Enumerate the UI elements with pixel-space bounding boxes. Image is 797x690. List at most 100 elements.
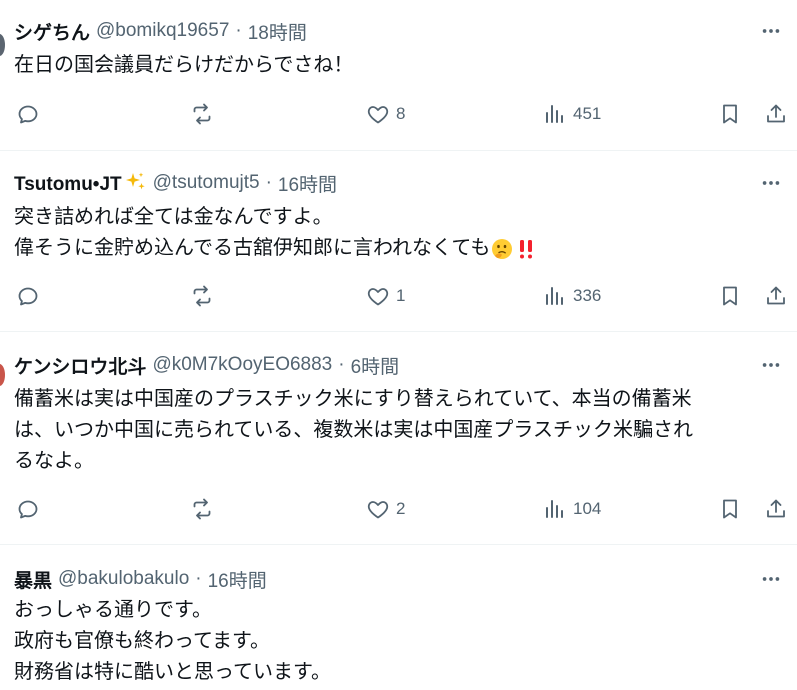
retweet-icon <box>193 285 211 307</box>
timestamp[interactable]: 18時間 <box>248 18 307 45</box>
bookmark-icon <box>723 104 737 124</box>
bookmark-icon <box>723 499 737 519</box>
more-icon <box>762 181 780 185</box>
tweet-text-line: 備蓄米は実は中国産のプラスチック米にすり替えられていて、本当の備蓄米 <box>14 388 692 410</box>
tweet-text: おっしゃる通りです。 政府も官僚も終わってます。 財務省は特に酷いと思っています… <box>14 595 784 688</box>
double-exclamation-icon <box>520 239 533 259</box>
action-bar: 1 336 <box>0 276 797 316</box>
tweet-text-segment: 偉そうに金貯め込んでる古舘伊知郎に言われなくても <box>14 237 491 259</box>
views-icon <box>546 105 563 123</box>
like-button[interactable]: 2 <box>366 489 405 529</box>
sparkles-icon <box>125 172 145 190</box>
more-icon <box>762 577 780 581</box>
display-name[interactable]: Tsutomu•JT <box>14 170 153 196</box>
action-bar: 8 451 <box>0 94 797 134</box>
like-icon <box>367 501 389 519</box>
tweet-text-line: 財務省は特に酷いと思っています。 <box>14 661 331 683</box>
retweet-icon <box>193 498 211 520</box>
timestamp[interactable]: 6時間 <box>351 352 400 379</box>
bookmark-button[interactable] <box>718 276 742 316</box>
tweet-text-line: るなよ。 <box>14 450 94 472</box>
views-icon <box>546 287 563 305</box>
more-button[interactable] <box>753 166 789 200</box>
tweet-header: ケンシロウ北斗 @k0M7kOoyEO6883 · 6時間 <box>14 352 399 378</box>
username[interactable]: @bomikq19657 <box>96 20 229 42</box>
like-button[interactable]: 1 <box>366 276 405 316</box>
tweet-text-line: 偉そうに金貯め込んでる古舘伊知郎に言われなくても <box>14 233 784 264</box>
action-bar: 2 104 <box>0 489 797 529</box>
reply-button[interactable] <box>16 94 40 134</box>
display-name[interactable]: シゲちん <box>14 18 90 45</box>
share-button[interactable] <box>764 489 788 529</box>
share-icon <box>767 104 785 123</box>
divider <box>0 150 797 151</box>
display-name[interactable]: 暴黒 <box>14 566 52 593</box>
views-count: 104 <box>573 499 602 518</box>
views-button[interactable]: 336 <box>543 276 601 316</box>
more-icon <box>762 363 780 367</box>
share-icon <box>767 499 785 518</box>
display-name-text: Tsutomu•JT <box>14 174 122 195</box>
tweet-header: 暴黒 @bakulobakulo · 16時間 <box>14 566 267 592</box>
more-button[interactable] <box>753 348 789 382</box>
retweet-button[interactable] <box>190 94 214 134</box>
tweet[interactable]: ケンシロウ北斗 @k0M7kOoyEO6883 · 6時間 備蓄米は実は中国産の… <box>0 346 797 540</box>
tweet-text-line: おっしゃる通りです。 <box>14 599 212 621</box>
username[interactable]: @k0M7kOoyEO6883 <box>152 354 332 376</box>
timestamp[interactable]: 16時間 <box>278 170 337 197</box>
tweet-text: 在日の国会議員だらけだからでさね！ <box>14 50 784 81</box>
tweet-header: シゲちん @bomikq19657 · 18時間 <box>14 18 307 44</box>
like-count: 2 <box>396 499 406 518</box>
tweet[interactable]: 暴黒 @bakulobakulo · 16時間 おっしゃる通りです。 政府も官僚… <box>0 560 797 690</box>
views-icon <box>546 500 563 518</box>
more-icon <box>762 29 780 33</box>
share-button[interactable] <box>764 94 788 134</box>
more-button[interactable] <box>753 562 789 596</box>
retweet-button[interactable] <box>190 489 214 529</box>
retweet-button[interactable] <box>190 276 214 316</box>
tweet-text-line: 在日の国会議員だらけだからでさね！ <box>14 54 354 76</box>
bookmark-button[interactable] <box>718 489 742 529</box>
reply-icon <box>18 105 38 124</box>
divider <box>0 544 797 545</box>
separator-dot: · <box>265 172 272 193</box>
reply-icon <box>18 500 38 519</box>
like-count: 1 <box>396 286 406 305</box>
tweet-text-line: 突き詰めれば全ては金なんですよ。 <box>14 206 333 228</box>
username[interactable]: @tsutomujt5 <box>153 172 260 194</box>
like-count: 8 <box>396 104 406 123</box>
avatar[interactable] <box>0 364 5 386</box>
views-button[interactable]: 451 <box>543 94 601 134</box>
timestamp[interactable]: 16時間 <box>208 566 267 593</box>
username[interactable]: @bakulobakulo <box>58 568 189 590</box>
like-icon <box>367 106 389 124</box>
views-count: 451 <box>573 104 602 123</box>
tweet-text: 突き詰めれば全ては金なんですよ。 偉そうに金貯め込んでる古舘伊知郎に言われなくて… <box>14 202 784 264</box>
views-button[interactable]: 104 <box>543 489 601 529</box>
reply-icon <box>18 287 38 306</box>
bookmark-button[interactable] <box>718 94 742 134</box>
tweet-header: Tsutomu•JT @tsutomujt5 · 16時間 <box>14 170 337 196</box>
display-name[interactable]: ケンシロウ北斗 <box>14 352 146 379</box>
thinking-face-icon <box>492 238 513 259</box>
like-button[interactable]: 8 <box>366 94 405 134</box>
share-button[interactable] <box>764 276 788 316</box>
tweet[interactable]: Tsutomu•JT @tsutomujt5 · 16時間 突き詰めれば全ては金… <box>0 164 797 328</box>
tweet-text-line: は、いつか中国に売られている、複数米は実は中国産プラスチック米騙され <box>14 419 693 441</box>
tweet-text: 備蓄米は実は中国産のプラスチック米にすり替えられていて、本当の備蓄米 は、いつか… <box>14 384 784 477</box>
share-icon <box>767 286 785 305</box>
bookmark-icon <box>723 286 737 306</box>
reply-button[interactable] <box>16 489 40 529</box>
tweet-text-line: 政府も官僚も終わってます。 <box>14 630 270 652</box>
separator-dot: · <box>235 20 242 41</box>
like-icon <box>367 288 389 306</box>
views-count: 336 <box>573 286 602 305</box>
tweet[interactable]: シゲちん @bomikq19657 · 18時間 在日の国会議員だらけだからでさ… <box>0 12 797 148</box>
more-button[interactable] <box>753 14 789 48</box>
reply-button[interactable] <box>16 276 40 316</box>
retweet-icon <box>193 103 211 125</box>
divider <box>0 331 797 332</box>
separator-dot: · <box>195 568 202 589</box>
separator-dot: · <box>338 354 345 375</box>
avatar[interactable] <box>0 34 5 56</box>
